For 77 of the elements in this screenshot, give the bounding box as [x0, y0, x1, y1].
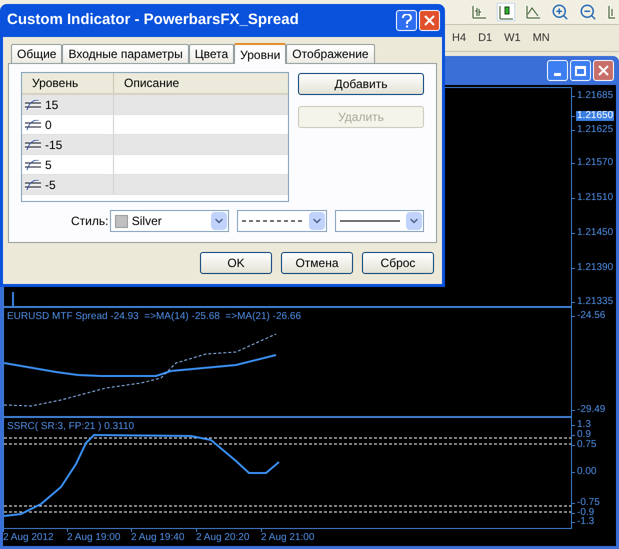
dialog-button[interactable]: Отмена [281, 252, 353, 274]
level-line-icon [25, 100, 41, 110]
scale-label: -0.75 [576, 498, 601, 508]
level-line-icon [25, 140, 41, 150]
color-dropdown[interactable]: Silver [110, 210, 230, 232]
time-label: 2 Aug 19:00 [67, 532, 120, 544]
caret-icon [406, 212, 422, 230]
scale-label: 1.3 [576, 420, 592, 430]
price-label: 1.21685 [576, 91, 614, 101]
dialog-button[interactable]: Сброс [362, 252, 434, 274]
color-name: Silver [132, 213, 162, 230]
candlestick-chart-icon[interactable] [497, 3, 515, 21]
price-label: 1.21450 [576, 228, 614, 238]
caret-icon [211, 212, 228, 230]
scale-label: -0.9 [576, 508, 596, 518]
close-button[interactable] [593, 60, 614, 81]
time-label: 2 Aug 21:00 [261, 532, 314, 544]
dialog-button[interactable]: OK [200, 252, 272, 274]
tab[interactable]: Уровни [234, 43, 286, 64]
dialog-button[interactable]: Добавить [298, 73, 424, 95]
help-button[interactable] [396, 10, 417, 31]
level-line-icon [25, 160, 41, 170]
window-title: Custom Indicator - PowerbarsFX_Spread [7, 10, 300, 30]
minimize-button[interactable] [547, 60, 568, 81]
column-header[interactable]: Описание [114, 73, 288, 93]
scale-label: 0.9 [576, 430, 592, 440]
price-label: 1.21570 [576, 158, 614, 168]
tab[interactable]: Входные параметры [62, 44, 189, 63]
bar-chart-icon[interactable] [471, 4, 487, 20]
level-value: -5 [45, 176, 56, 194]
close-icon [598, 65, 609, 76]
price-label: 1.21390 [576, 263, 614, 273]
tab[interactable]: Общие [11, 44, 62, 63]
time-label: 2 Aug 19:40 [131, 532, 184, 544]
bar-chart-icon[interactable] [607, 4, 615, 20]
level-line-icon [25, 120, 41, 130]
price-label: 1.21625 [576, 125, 614, 135]
line-width-dropdown[interactable] [334, 210, 424, 232]
table-row[interactable]: -5 [22, 175, 288, 195]
time-label: 2 Aug 20:20 [196, 532, 250, 544]
price-label: 1.21335 [576, 297, 614, 307]
level-line-icon [25, 180, 41, 190]
scale-label: -29.49 [576, 405, 606, 415]
zoom-out-icon[interactable] [579, 3, 597, 21]
caret-icon [308, 212, 325, 230]
tab[interactable]: Цвета [188, 44, 234, 63]
timeframe-button[interactable]: D1 [478, 30, 492, 46]
column-header[interactable]: Уровень [22, 73, 114, 93]
scale-label: 0.75 [576, 440, 598, 450]
indicator-title: SSRC( SR:3, FP:21 ) 0.3110 [7, 421, 134, 433]
scale-label: 0.00 [576, 467, 598, 477]
level-value: 0 [45, 116, 52, 134]
time-label: 2 Aug 2012 [3, 532, 54, 544]
close-button[interactable] [419, 10, 440, 31]
timeframe-button[interactable]: MN [532, 30, 550, 46]
line-chart-icon[interactable] [525, 4, 541, 20]
line-style-dropdown[interactable] [237, 210, 327, 232]
level-value: 5 [45, 156, 52, 174]
scale-label: -1.3 [576, 517, 596, 527]
level-value: -15 [45, 136, 62, 154]
current-price-label: 1.21650 [576, 111, 614, 121]
close-icon [424, 15, 435, 26]
tab[interactable]: Отображение [286, 44, 375, 63]
timeframe-button[interactable]: H4 [452, 30, 466, 46]
indicator-title: EURUSD MTF Spread -24.93 =>MA(14) -25.68 =>MA(21) -26.66 [7, 311, 302, 323]
style-label: Стиль: [71, 213, 110, 230]
table-row[interactable]: 0 [22, 115, 288, 135]
zoom-in-icon[interactable] [551, 3, 569, 21]
timeframe-button[interactable]: W1 [504, 30, 521, 46]
question-mark-icon [402, 14, 412, 28]
table-row[interactable]: 5 [22, 155, 288, 175]
table-row[interactable]: -15 [22, 135, 288, 155]
maximize-button[interactable] [570, 60, 591, 81]
level-value: 15 [45, 96, 58, 114]
table-row[interactable]: 15 [22, 95, 288, 115]
price-label: 1.21510 [576, 193, 614, 203]
scale-label: -24.56 [576, 311, 606, 321]
